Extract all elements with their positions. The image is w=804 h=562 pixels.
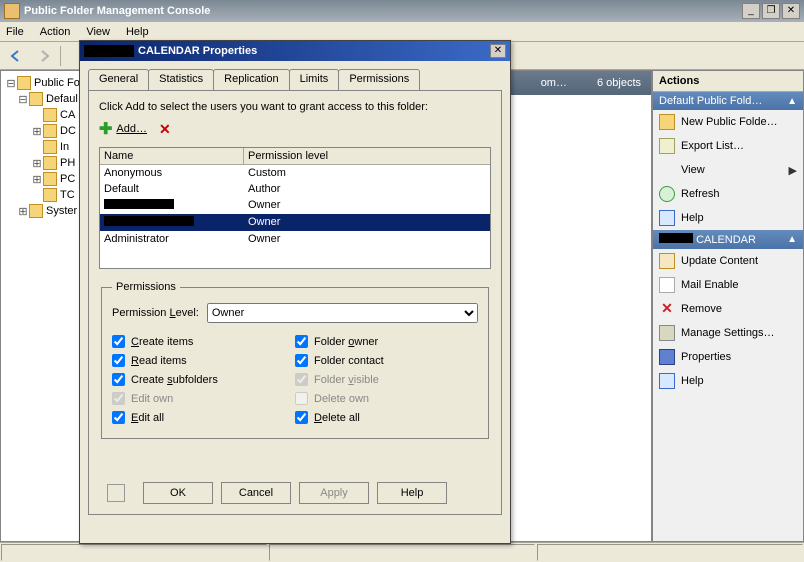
app-title: Public Folder Management Console: [24, 5, 210, 17]
list-row[interactable]: DefaultAuthor: [100, 181, 490, 197]
apply-button[interactable]: Apply: [299, 482, 369, 504]
tab-replication[interactable]: Replication: [213, 69, 289, 90]
app-icon: [4, 3, 20, 19]
permissions-group: Permissions Permission Level: Owner Crea…: [101, 281, 489, 439]
action-help[interactable]: Help: [653, 369, 803, 393]
plus-icon: ✚: [99, 119, 112, 139]
tab-body: Click Add to select the users you want t…: [88, 90, 502, 515]
tab-strip: General Statistics Replication Limits Pe…: [88, 69, 502, 90]
statusbar: [0, 542, 804, 562]
back-button[interactable]: [4, 44, 28, 68]
menu-view[interactable]: View: [86, 26, 110, 38]
dialog-close-button[interactable]: ✕: [490, 44, 506, 58]
tab-statistics[interactable]: Statistics: [148, 69, 214, 90]
list-row[interactable]: AnonymousCustom: [100, 165, 490, 181]
tab-limits[interactable]: Limits: [289, 69, 340, 90]
list-row[interactable]: Owner: [100, 214, 490, 231]
action-new-public-folder[interactable]: New Public Folde…: [653, 110, 803, 134]
action-section-default[interactable]: Default Public Fold…▲: [653, 92, 803, 110]
column-permission[interactable]: Permission level: [244, 148, 490, 164]
blank-icon: [659, 162, 675, 178]
action-manage-settings[interactable]: Manage Settings…: [653, 321, 803, 345]
list-row[interactable]: AdministratorOwner: [100, 231, 490, 247]
column-name[interactable]: Name: [100, 148, 244, 164]
tab-general[interactable]: General: [88, 69, 149, 90]
action-help[interactable]: Help: [653, 206, 803, 230]
actions-pane: Actions Default Public Fold…▲ New Public…: [652, 70, 804, 542]
dialog-title: CALENDAR Properties: [138, 45, 257, 57]
action-view[interactable]: View▶: [653, 158, 803, 182]
cancel-button[interactable]: Cancel: [221, 482, 291, 504]
actions-header: Actions: [653, 71, 803, 92]
add-button[interactable]: Add…: [116, 123, 147, 135]
redacted-text: [84, 45, 134, 57]
action-refresh[interactable]: Refresh: [653, 182, 803, 206]
menubar: File Action View Help: [0, 22, 804, 42]
properties-icon: [659, 349, 675, 365]
list-icon: [659, 138, 675, 154]
app-titlebar: Public Folder Management Console _ ❐ ✕: [0, 0, 804, 22]
refresh-icon: [659, 186, 675, 202]
chevron-right-icon: ▶: [789, 164, 797, 177]
help-icon: [659, 210, 675, 226]
tab-permissions[interactable]: Permissions: [338, 69, 420, 90]
action-export-list[interactable]: Export List…: [653, 134, 803, 158]
checkbox-edit-own: Edit own: [112, 392, 295, 405]
properties-dialog: CALENDAR Properties ✕ General Statistics…: [79, 40, 511, 544]
header-path: om…: [541, 77, 567, 89]
instruction-text: Click Add to select the users you want t…: [99, 101, 491, 113]
menu-action[interactable]: Action: [40, 26, 71, 38]
permission-level-select[interactable]: Owner: [207, 303, 478, 323]
dialog-titlebar[interactable]: CALENDAR Properties ✕: [80, 41, 510, 61]
restore-button[interactable]: ❐: [762, 3, 780, 19]
action-section-calendar[interactable]: CALENDAR▲: [653, 230, 803, 249]
menu-file[interactable]: File: [6, 26, 24, 38]
remove-icon: ✕: [659, 301, 675, 317]
action-remove[interactable]: ✕Remove: [653, 297, 803, 321]
minimize-button[interactable]: _: [742, 3, 760, 19]
window-controls: _ ❐ ✕: [742, 3, 800, 19]
dialog-buttons: OK Cancel Apply Help: [89, 482, 501, 504]
action-update-content[interactable]: Update Content: [653, 249, 803, 273]
forward-button[interactable]: [32, 44, 56, 68]
mail-icon: [659, 277, 675, 293]
close-button[interactable]: ✕: [782, 3, 800, 19]
permissions-legend: Permissions: [112, 281, 180, 293]
list-row[interactable]: Owner: [100, 197, 490, 214]
collapse-icon: ▲: [787, 234, 797, 245]
checkbox-folder-contact[interactable]: Folder contact: [295, 354, 478, 367]
checkbox-folder-owner[interactable]: Folder owner: [295, 335, 478, 348]
checkbox-delete-own: Delete own: [295, 392, 478, 405]
update-icon: [659, 253, 675, 269]
checkbox-folder-visible: Folder visible: [295, 373, 478, 386]
help-icon: [659, 373, 675, 389]
object-count: 6 objects: [597, 77, 641, 89]
help-button[interactable]: Help: [377, 482, 447, 504]
checkbox-create-subfolders[interactable]: Create subfolders: [112, 373, 295, 386]
checkbox-read-items[interactable]: Read items: [112, 354, 295, 367]
user-list[interactable]: Name Permission level AnonymousCustomDef…: [99, 147, 491, 269]
action-properties[interactable]: Properties: [653, 345, 803, 369]
menu-help[interactable]: Help: [126, 26, 149, 38]
permission-level-label: Permission Level:: [112, 307, 199, 319]
checkbox-create-items[interactable]: Create items: [112, 335, 295, 348]
list-header: Name Permission level: [100, 148, 490, 165]
folder-icon: [659, 114, 675, 130]
ok-button[interactable]: OK: [143, 482, 213, 504]
gear-icon: [659, 325, 675, 341]
checkbox-delete-all[interactable]: Delete all: [295, 411, 478, 424]
collapse-icon: ▲: [787, 96, 797, 107]
action-mail-enable[interactable]: Mail Enable: [653, 273, 803, 297]
checkbox-edit-all[interactable]: Edit all: [112, 411, 295, 424]
delete-button[interactable]: ✕: [159, 121, 171, 138]
